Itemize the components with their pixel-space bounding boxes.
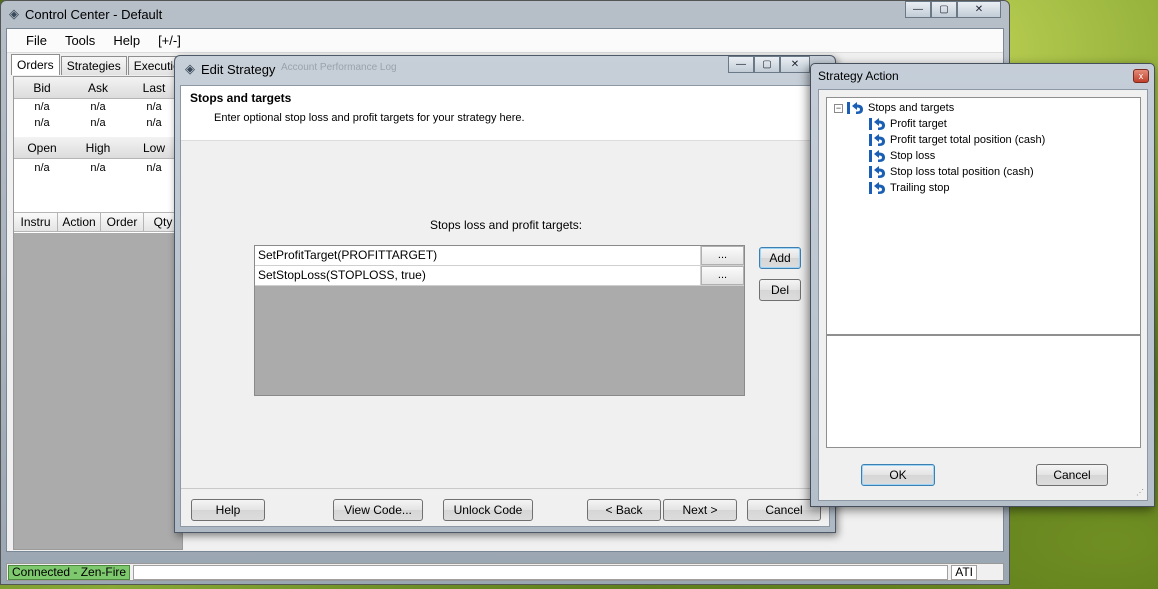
- quote-col-bid: Bid: [33, 80, 51, 95]
- edit-entry-button[interactable]: ...: [701, 266, 744, 285]
- targets-list[interactable]: SetProfitTarget(PROFITTARGET) ... SetSto…: [254, 245, 745, 396]
- orders-grid-body[interactable]: [14, 233, 182, 549]
- wizard-description: Enter optional stop loss and profit targ…: [214, 112, 525, 124]
- strategy-action-title: Strategy Action: [818, 69, 899, 83]
- background-tabs-ghost: Account Performance Log: [281, 62, 397, 73]
- quote-cell: n/a: [90, 101, 106, 113]
- grid-col-action[interactable]: Action: [58, 213, 101, 231]
- tab-strategies[interactable]: Strategies: [60, 56, 127, 75]
- undo-arrow-icon: [869, 150, 885, 162]
- control-center-tabs: Orders Strategies Executions: [11, 54, 199, 75]
- menu-help[interactable]: Help: [104, 33, 149, 48]
- quote-cell: n/a: [90, 117, 106, 129]
- tree-node-label: Trailing stop: [890, 182, 950, 194]
- menu-tools[interactable]: Tools: [56, 33, 104, 48]
- targets-list-label: Stops loss and profit targets:: [429, 218, 583, 232]
- footer-separator: [181, 488, 831, 489]
- close-button[interactable]: ✕: [780, 56, 810, 73]
- resize-grip-icon[interactable]: ⋰: [1136, 488, 1144, 497]
- unlock-code-button[interactable]: Unlock Code: [443, 499, 533, 521]
- close-button[interactable]: x: [1133, 69, 1149, 83]
- wizard-header: Stops and targets Enter optional stop lo…: [181, 86, 829, 141]
- add-button[interactable]: Add: [759, 247, 801, 269]
- back-button[interactable]: < Back: [587, 499, 661, 521]
- cancel-button[interactable]: Cancel: [1036, 464, 1108, 486]
- view-code-button[interactable]: View Code...: [333, 499, 423, 521]
- quote-col-high: High: [85, 140, 111, 155]
- control-center-titlebar: ◈ Control Center - Default: [9, 4, 162, 24]
- orders-panel: Bid Ask Last n/a n/a n/a n/a n/a n/a Ope…: [13, 76, 183, 550]
- quote-cell: n/a: [34, 117, 50, 129]
- list-item-text[interactable]: SetProfitTarget(PROFITTARGET): [255, 246, 701, 265]
- minimize-button[interactable]: —: [728, 56, 754, 73]
- close-button[interactable]: ✕: [957, 1, 1001, 18]
- tree-node-label: Stop loss: [890, 150, 936, 162]
- app-icon: ◈: [185, 61, 195, 76]
- tree-node-trailing-stop[interactable]: Trailing stop: [869, 181, 950, 195]
- quote-col-open: Open: [27, 140, 57, 155]
- undo-arrow-icon: [869, 166, 885, 178]
- edit-strategy-content: Stops and targets Enter optional stop lo…: [180, 85, 831, 527]
- edit-entry-button[interactable]: ...: [701, 246, 744, 265]
- help-button[interactable]: Help: [191, 499, 265, 521]
- strategy-action-content: − Stops and targets Profit target Profit…: [818, 89, 1148, 501]
- orders-grid-header: Instru Action Order Qty: [14, 212, 182, 232]
- undo-arrow-icon: [869, 134, 885, 146]
- tree-node-root[interactable]: − Stops and targets: [834, 101, 954, 115]
- menu-file[interactable]: File: [17, 33, 56, 48]
- maximize-button[interactable]: ▢: [931, 1, 957, 18]
- maximize-button[interactable]: ▢: [754, 56, 780, 73]
- list-item-text[interactable]: SetStopLoss(STOPLOSS, true): [255, 266, 701, 285]
- tree-node-label: Stop loss total position (cash): [890, 166, 1034, 178]
- quote-row: n/a n/a n/a: [14, 115, 182, 131]
- action-description-box: [826, 335, 1141, 448]
- quote-header-2: Open High Low: [14, 137, 182, 159]
- minimize-button[interactable]: —: [905, 1, 931, 18]
- action-tree[interactable]: − Stops and targets Profit target Profit…: [826, 97, 1141, 335]
- tab-orders[interactable]: Orders: [11, 54, 60, 75]
- tree-node-label: Profit target: [890, 118, 947, 130]
- edit-strategy-title: Edit Strategy: [201, 61, 276, 77]
- app-icon: ◈: [9, 6, 19, 21]
- wizard-heading: Stops and targets: [190, 91, 292, 105]
- menu-toggle[interactable]: [+/-]: [149, 33, 190, 48]
- edit-strategy-titlebar: ◈ Edit Strategy: [185, 61, 275, 77]
- tree-node-label: Stops and targets: [868, 102, 955, 114]
- tree-node-stop-loss-cash[interactable]: Stop loss total position (cash): [869, 165, 1034, 179]
- tree-node-stop-loss[interactable]: Stop loss: [869, 149, 935, 163]
- control-center-title: Control Center - Default: [25, 6, 163, 22]
- menu-bar: File Tools Help [+/-]: [7, 29, 1003, 53]
- quote-header: Bid Ask Last: [14, 77, 182, 99]
- quote-row: n/a n/a n/a: [14, 160, 182, 176]
- ati-status: ATI: [951, 564, 977, 580]
- edit-strategy-window: ◈ Edit Strategy Account Performance Log …: [174, 55, 836, 533]
- tree-node-profit-target[interactable]: Profit target: [869, 117, 947, 131]
- grid-col-order[interactable]: Order: [101, 213, 144, 231]
- next-button[interactable]: Next >: [663, 499, 737, 521]
- delete-button[interactable]: Del: [759, 279, 801, 301]
- edit-strategy-window-controls: — ▢ ✕: [728, 56, 810, 73]
- grid-col-instrument[interactable]: Instru: [14, 213, 58, 231]
- tree-node-label: Profit target total position (cash): [890, 134, 1046, 146]
- quote-row: n/a n/a n/a: [14, 99, 182, 115]
- undo-arrow-icon: [869, 118, 885, 130]
- undo-arrow-icon: [869, 182, 885, 194]
- quote-cell: n/a: [90, 162, 106, 174]
- list-item[interactable]: SetProfitTarget(PROFITTARGET) ...: [255, 246, 744, 266]
- strategy-action-window: Strategy Action x − Stops and targets Pr…: [810, 63, 1155, 507]
- quote-col-ask: Ask: [87, 80, 108, 95]
- status-message-area: [133, 564, 949, 580]
- quote-cell: n/a: [34, 162, 50, 174]
- list-item[interactable]: SetStopLoss(STOPLOSS, true) ...: [255, 266, 744, 286]
- status-bar: Connected - Zen-Fire ATI: [6, 563, 1004, 581]
- ok-button[interactable]: OK: [861, 464, 935, 486]
- control-center-window-controls: — ▢ ✕: [905, 1, 1001, 18]
- collapse-toggle[interactable]: −: [834, 103, 843, 113]
- connection-status: Connected - Zen-Fire: [8, 564, 131, 580]
- tree-node-profit-target-cash[interactable]: Profit target total position (cash): [869, 133, 1045, 147]
- quote-cell: n/a: [34, 101, 50, 113]
- undo-arrow-icon: [847, 102, 863, 114]
